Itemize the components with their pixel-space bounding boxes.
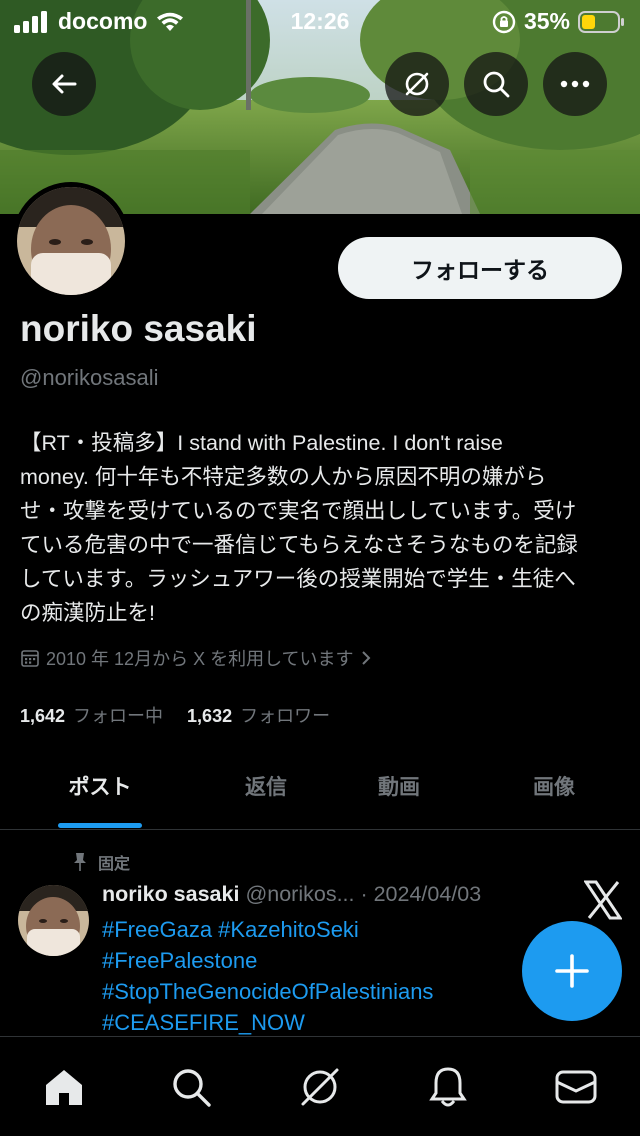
grok-icon <box>405 72 429 96</box>
battery-percent: 35% <box>523 8 570 34</box>
tab-posts[interactable]: ポスト <box>40 771 160 801</box>
followers-link[interactable]: 1,632 フォロワー <box>187 702 330 728</box>
post-author-meta: @norikos... · 2024/04/03 <box>245 882 482 906</box>
notifications-icon <box>429 1067 467 1107</box>
hashtag-line[interactable]: #FreePalestone <box>102 945 433 976</box>
follow-button[interactable]: フォローする <box>338 237 622 299</box>
post-author-name[interactable]: noriko sasaki <box>102 882 239 906</box>
profile-tabs: ポスト 返信 動画 画像 <box>0 755 640 830</box>
calendar-icon <box>21 650 39 667</box>
bio-line: せ・攻撃を受けているので実名で顔出ししています。受け <box>20 499 577 523</box>
grok-icon <box>301 1068 339 1106</box>
nav-grok[interactable] <box>294 1061 346 1113</box>
chevron-right-icon <box>361 651 370 665</box>
profile-bio: 【RT・投稿多】I stand with Palestine. I don't … <box>20 426 620 630</box>
followers-label: フォロワー <box>240 706 331 726</box>
follow-counts: 1,642 フォロー中 1,632 フォロワー <box>20 702 330 728</box>
status-bar: docomo 12:26 35% <box>0 0 640 40</box>
back-arrow-icon <box>52 74 77 94</box>
followers-count: 1,632 <box>187 706 233 726</box>
battery-icon <box>578 10 624 33</box>
grok-button[interactable] <box>385 52 449 116</box>
more-icon <box>560 80 590 88</box>
tab-media[interactable]: 画像 <box>494 771 614 801</box>
following-label: フォロー中 <box>73 706 164 726</box>
post-author-avatar[interactable] <box>18 885 89 956</box>
bio-line: 【RT・投稿多】I stand with Palestine. I don't … <box>20 431 503 455</box>
orientation-lock-icon <box>492 10 516 33</box>
profile-avatar[interactable] <box>12 182 130 300</box>
tab-videos[interactable]: 動画 <box>339 771 459 801</box>
bio-line: しています。ラッシュアワー後の授業開始で学生・生徒へ <box>20 567 576 591</box>
profile-handle: @norikosasali <box>20 365 159 390</box>
nav-explore[interactable] <box>165 1061 217 1113</box>
avatar-photo-small <box>18 885 89 956</box>
tab-replies[interactable]: 返信 <box>206 771 326 801</box>
hashtag-line[interactable]: #CEASEFIRE_NOW <box>102 1007 433 1038</box>
bio-line: ている危害の中で一番信じてもらえなさそうなものを記録 <box>20 533 578 557</box>
post-text: #FreeGaza #KazehitoSeki #FreePalestone #… <box>102 914 433 1038</box>
post-header: noriko sasaki @norikos... · 2024/04/03 <box>102 882 481 907</box>
joined-text: 2010 年 12月から X を利用しています <box>46 649 354 669</box>
nav-messages[interactable] <box>550 1061 602 1113</box>
bottom-nav <box>0 1036 640 1136</box>
joined-date[interactable]: 2010 年 12月から X を利用しています <box>20 645 372 671</box>
x-logo-icon <box>583 880 623 920</box>
messages-icon <box>555 1070 597 1104</box>
hashtag-line[interactable]: #FreeGaza #KazehitoSeki <box>102 914 433 945</box>
following-link[interactable]: 1,642 フォロー中 <box>20 702 163 728</box>
search-button[interactable] <box>464 52 528 116</box>
hashtag-line[interactable]: #StopTheGenocideOfPalestinians <box>102 976 433 1007</box>
bio-line: money. 何十年も不特定多数の人から原因不明の嫌がら <box>20 465 547 489</box>
explore-icon <box>173 1069 211 1107</box>
nav-home[interactable] <box>38 1061 90 1113</box>
profile-name: noriko sasaki <box>20 308 257 349</box>
following-count: 1,642 <box>20 706 66 726</box>
compose-plus-icon <box>555 954 589 988</box>
more-button[interactable] <box>543 52 607 116</box>
pinned-indicator: 固定 <box>72 850 130 874</box>
pinned-label: 固定 <box>98 856 131 873</box>
home-icon <box>46 1070 82 1105</box>
search-icon <box>483 71 510 98</box>
nav-notifications[interactable] <box>422 1061 474 1113</box>
compose-button[interactable] <box>522 921 622 1021</box>
status-right: 35% <box>492 8 626 35</box>
avatar-photo <box>17 187 125 295</box>
active-tab-indicator <box>58 823 142 828</box>
bio-line: の痴漢防止を! <box>20 601 155 625</box>
pin-icon <box>74 853 86 871</box>
back-button[interactable] <box>32 52 96 116</box>
